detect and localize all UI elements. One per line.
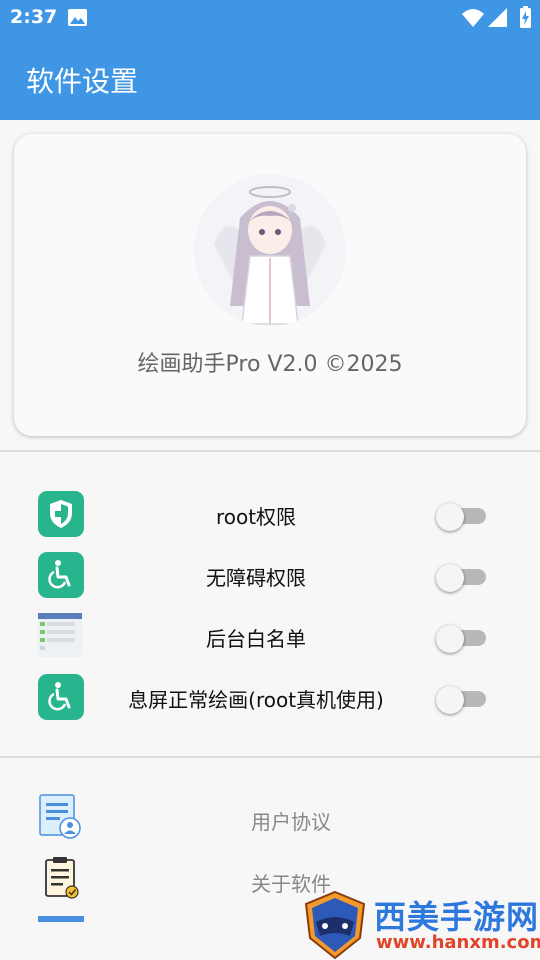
image-notification-icon <box>68 9 87 26</box>
page-title: 软件设置 <box>26 65 139 98</box>
permission-label: 无障碍权限 <box>206 566 306 590</box>
user-agreement-icon <box>38 794 84 840</box>
app-window-icon <box>38 613 82 657</box>
permission-label: 息屏正常绘画(root真机使用) <box>128 688 384 712</box>
avatar-illustration <box>194 174 346 326</box>
shield-icon <box>38 491 84 537</box>
partial-list-icon <box>38 916 84 922</box>
root-permission-switch[interactable] <box>436 503 488 531</box>
signal-icon <box>488 8 507 27</box>
switch-thumb <box>436 503 464 531</box>
divider <box>0 450 540 452</box>
status-time: 2:37 <box>10 6 58 28</box>
watermark: 西美手游网 www.hanxm.com <box>300 888 540 960</box>
app-version-text: 绘画助手Pro V2.0 ©2025 <box>137 352 403 377</box>
permission-label: 后台白名单 <box>206 627 306 651</box>
accessibility-icon <box>38 674 84 720</box>
screen-off-drawing-switch[interactable] <box>436 686 488 714</box>
accessibility-icon <box>38 552 84 598</box>
game-controller-logo-icon <box>304 890 366 960</box>
user-agreement-item[interactable]: 用户协议 <box>0 794 540 850</box>
app-bar: 软件设置 <box>0 36 540 120</box>
wifi-icon <box>462 9 484 27</box>
battery-charging-icon <box>520 6 531 28</box>
switch-thumb <box>436 686 464 714</box>
status-bar: 2:37 <box>0 0 540 36</box>
accessibility-permission-switch[interactable] <box>436 564 488 592</box>
permission-row-background-whitelist[interactable]: 后台白名单 <box>0 613 540 667</box>
permission-label: root权限 <box>215 505 297 529</box>
switch-thumb <box>436 564 464 592</box>
watermark-url: www.hanxm.com <box>376 932 540 953</box>
switch-thumb <box>436 625 464 653</box>
about-clipboard-icon <box>38 856 84 902</box>
permission-row-root[interactable]: root权限 <box>0 491 540 545</box>
link-label: 用户协议 <box>251 810 331 834</box>
profile-card: 绘画助手Pro V2.0 ©2025 <box>14 134 526 436</box>
divider <box>0 756 540 758</box>
permission-row-screen-off-drawing[interactable]: 息屏正常绘画(root真机使用) <box>0 674 540 728</box>
background-whitelist-switch[interactable] <box>436 625 488 653</box>
permission-row-accessibility[interactable]: 无障碍权限 <box>0 552 540 606</box>
avatar[interactable] <box>194 174 346 326</box>
